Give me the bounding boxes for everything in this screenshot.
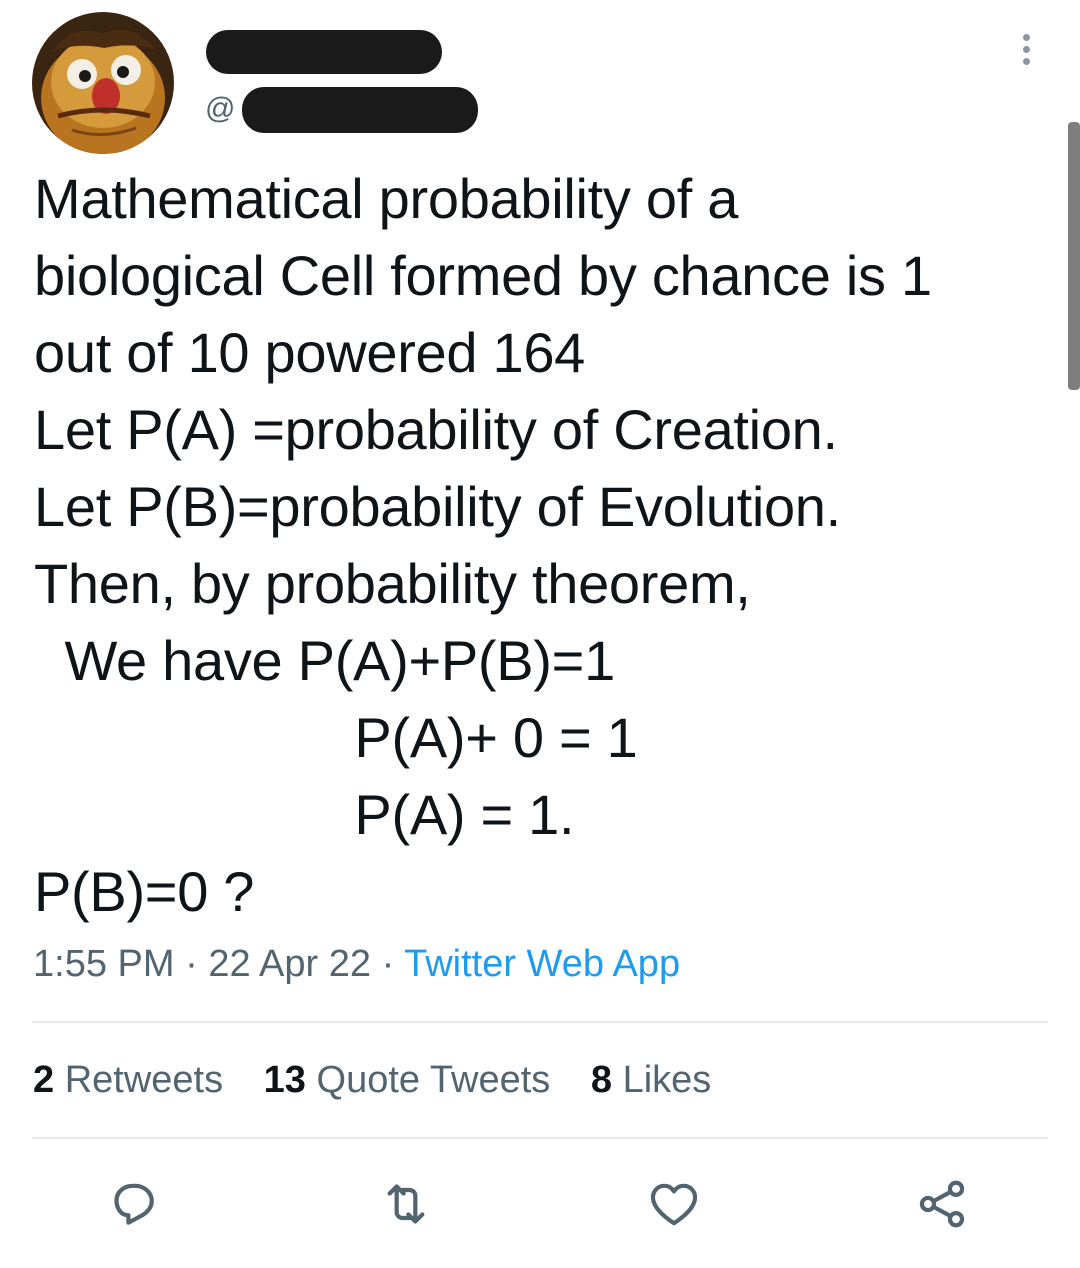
divider-top <box>32 1021 1048 1023</box>
share-button[interactable] <box>914 1176 970 1232</box>
divider-bottom <box>32 1137 1048 1139</box>
meta-separator: · <box>185 943 198 985</box>
retweets-label: Retweets <box>64 1059 224 1101</box>
tweet-date[interactable]: 22 Apr 22 <box>208 943 371 985</box>
meta-separator-2: · <box>381 943 395 985</box>
handle-redacted <box>242 87 478 133</box>
share-icon <box>919 1180 965 1228</box>
likes-count: 8 <box>590 1059 612 1101</box>
likes-label: Likes <box>622 1059 712 1101</box>
quote-tweets-label: Quote Tweets <box>316 1059 551 1101</box>
tweet-meta: 1:55 PM · 22 Apr 22 · Twitter Web App <box>33 942 680 986</box>
avatar-image <box>32 12 174 154</box>
display-name-redacted <box>206 30 442 74</box>
tweet-stats: 2 Retweets 13 Quote Tweets 8 Likes <box>33 1058 741 1102</box>
more-options-icon[interactable] <box>1012 34 1040 74</box>
retweets-stat[interactable]: 2 Retweets <box>33 1059 223 1101</box>
quote-tweets-stat[interactable]: 13 Quote Tweets <box>264 1059 551 1101</box>
scrollbar-thumb[interactable] <box>1068 122 1080 390</box>
handle-at-sign: @ <box>205 92 236 125</box>
heart-icon <box>650 1183 698 1226</box>
retweets-count: 2 <box>33 1059 55 1101</box>
tweet-source-link[interactable]: Twitter Web App <box>404 943 680 985</box>
author-avatar[interactable] <box>32 12 174 154</box>
retweet-button[interactable] <box>378 1176 434 1232</box>
tweet-text: Mathematical probability of a biological… <box>34 167 932 923</box>
likes-stat[interactable]: 8 Likes <box>591 1059 711 1101</box>
tweet-time[interactable]: 1:55 PM <box>33 943 175 985</box>
retweet-icon <box>387 1184 425 1224</box>
reply-icon <box>114 1183 154 1225</box>
quote-tweets-count: 13 <box>263 1059 306 1101</box>
reply-button[interactable] <box>106 1176 162 1232</box>
like-button[interactable] <box>646 1176 702 1232</box>
